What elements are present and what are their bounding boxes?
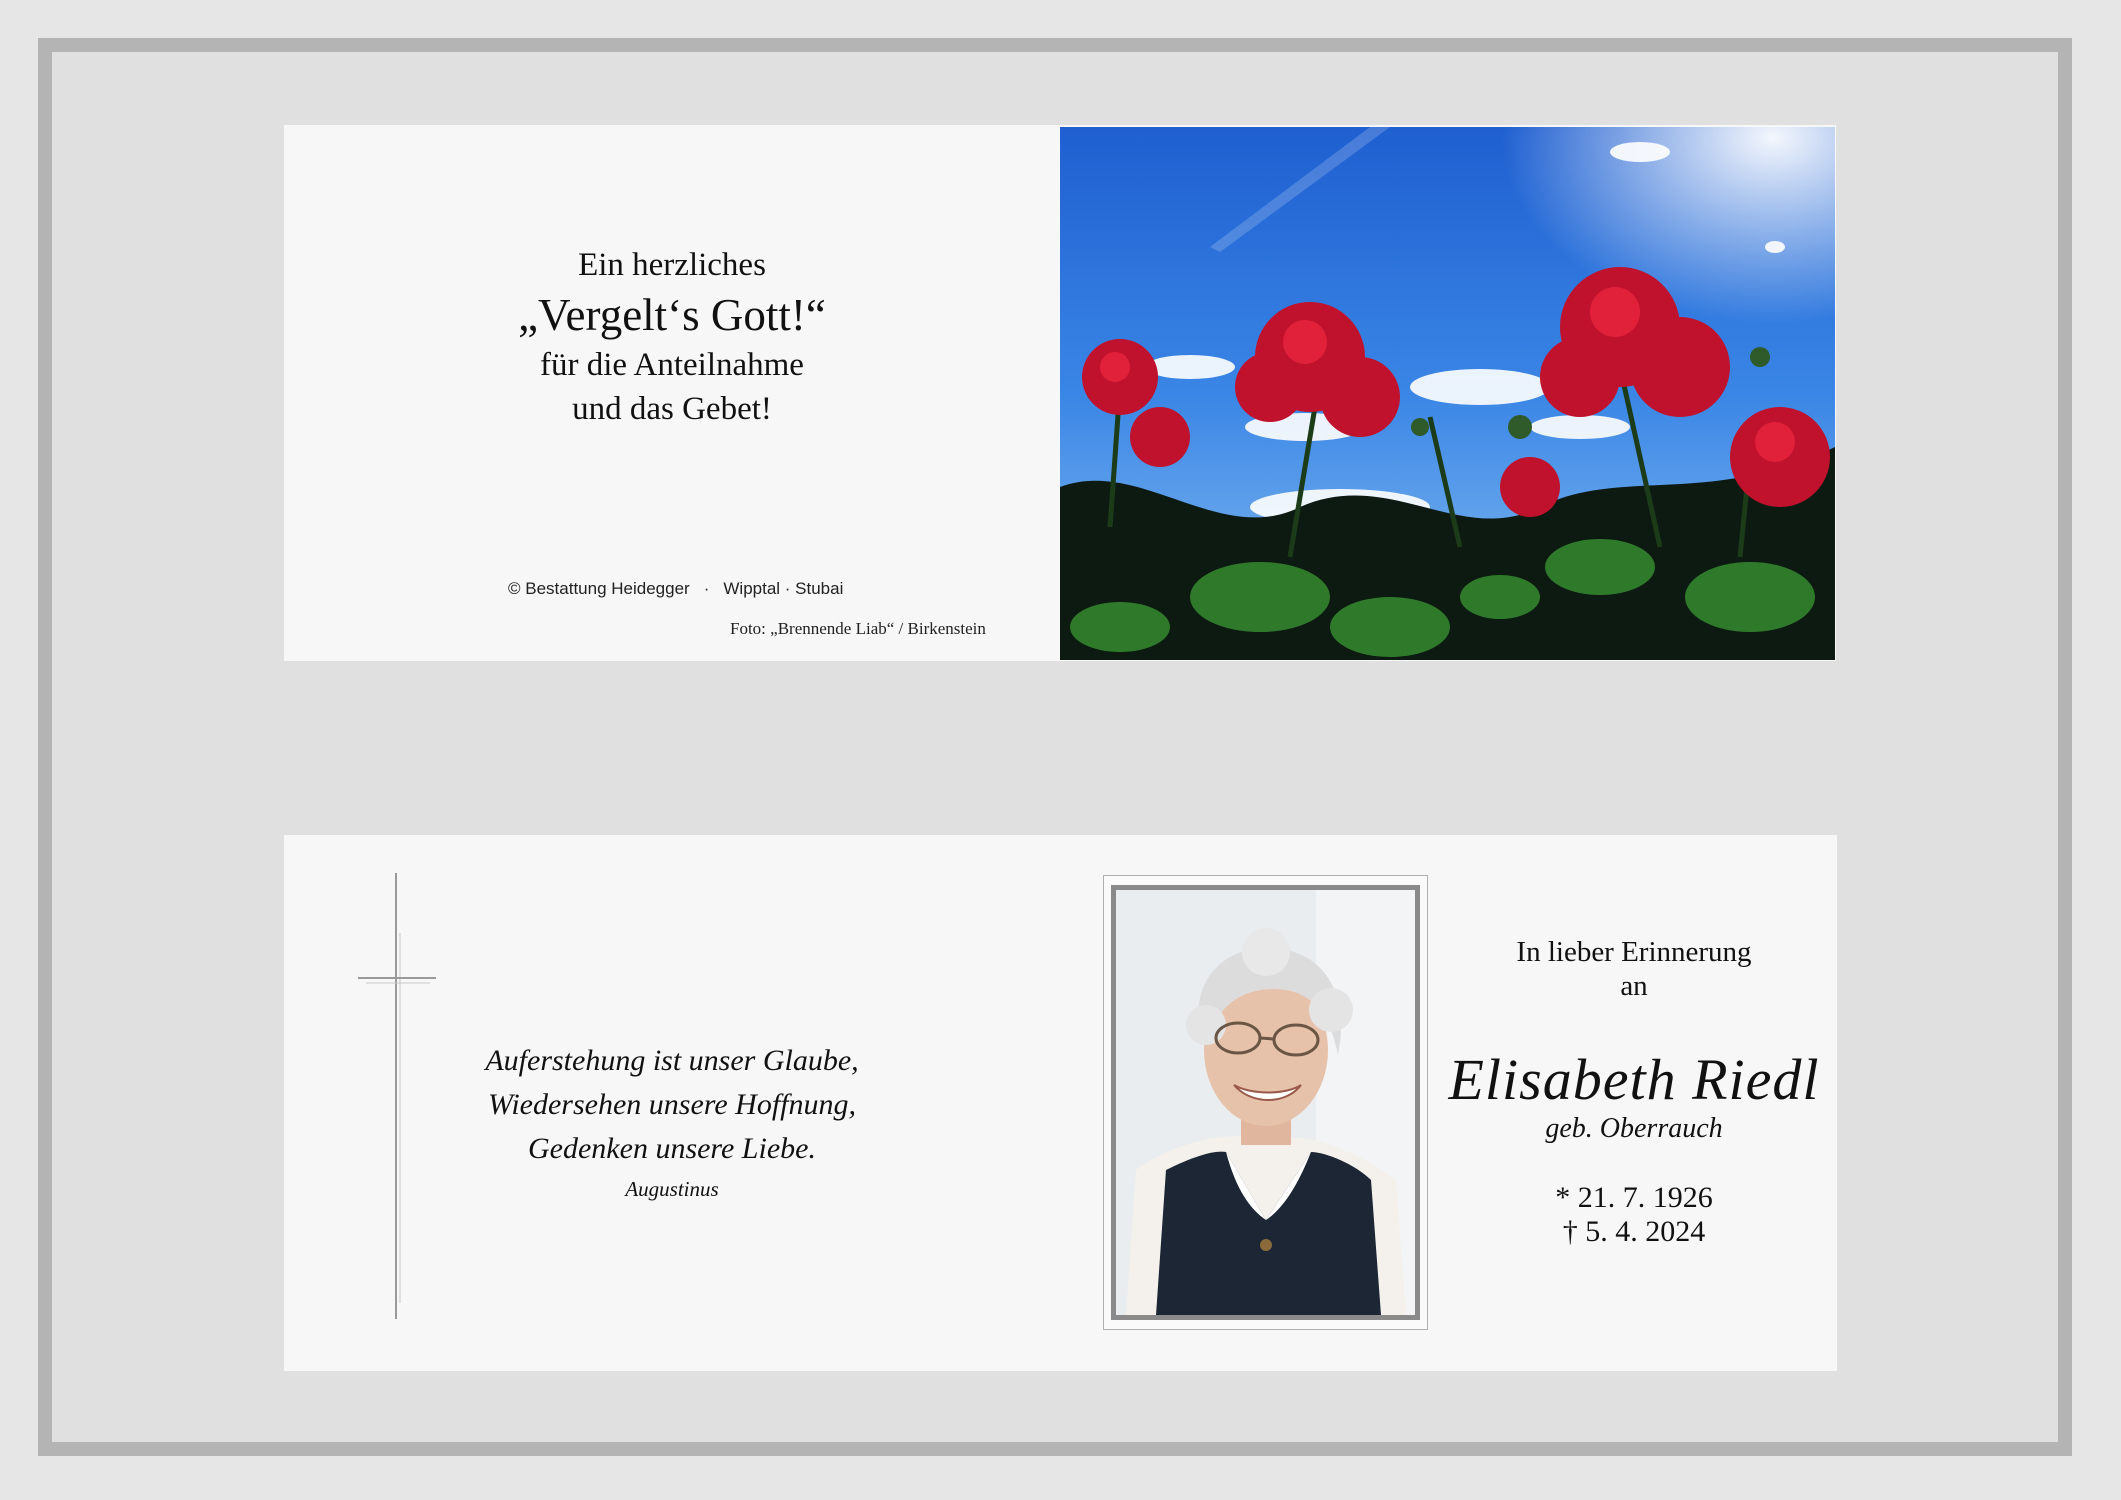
- thanks-line-1: Ein herzliches: [578, 247, 766, 283]
- memorial-text: In lieber Erinnerung an Elisabeth Riedl …: [1434, 935, 1834, 1249]
- thanks-line-4: und das Gebet!: [572, 391, 772, 427]
- flower-photo: [1060, 127, 1835, 660]
- thanks-line-3: für die Anteilnahme: [540, 347, 804, 383]
- region-text: Wipptal · Stubai: [723, 579, 844, 598]
- birth-date: * 21. 7. 1926: [1555, 1181, 1713, 1214]
- photo-credit: Foto: „Brennende Liab“ / Birkenstein: [730, 619, 986, 638]
- quote-line-1: Auferstehung ist unser Glaube,: [485, 1044, 859, 1077]
- intro-line-2: an: [1620, 970, 1648, 1002]
- memorial-card: Auferstehung ist unser Glaube, Wiederseh…: [284, 835, 1837, 1371]
- quote-line-2: Wiedersehen unsere Hoffnung,: [488, 1088, 856, 1121]
- life-dates: * 21. 7. 1926 † 5. 4. 2024: [1434, 1181, 1834, 1249]
- cross-icon: [358, 873, 438, 1319]
- separator-dot: ·: [703, 579, 710, 598]
- thanks-line-2: „Vergelt‘s Gott!“: [518, 290, 826, 340]
- thank-you-card: Ein herzliches „Vergelt‘s Gott!“ für die…: [284, 125, 1836, 661]
- copyright-text: © Bestattung Heidegger: [508, 579, 690, 598]
- thank-you-text: Ein herzliches „Vergelt‘s Gott!“ für die…: [284, 243, 1060, 431]
- quote-block: Auferstehung ist unser Glaube, Wiederseh…: [434, 1039, 910, 1205]
- quote-author: Augustinus: [625, 1177, 719, 1201]
- death-date: † 5. 4. 2024: [1562, 1215, 1706, 1248]
- deceased-name: Elisabeth Riedl: [1448, 1047, 1820, 1112]
- copyright-line: © Bestattung Heidegger · Wipptal · Stubai: [508, 579, 843, 599]
- portrait-frame: [1103, 875, 1428, 1330]
- quote-line-3: Gedenken unsere Liebe.: [528, 1132, 816, 1165]
- portrait-photo: [1111, 885, 1420, 1320]
- intro-line-1: In lieber Erinnerung: [1516, 936, 1752, 968]
- maiden-name: geb. Oberrauch: [1545, 1113, 1723, 1144]
